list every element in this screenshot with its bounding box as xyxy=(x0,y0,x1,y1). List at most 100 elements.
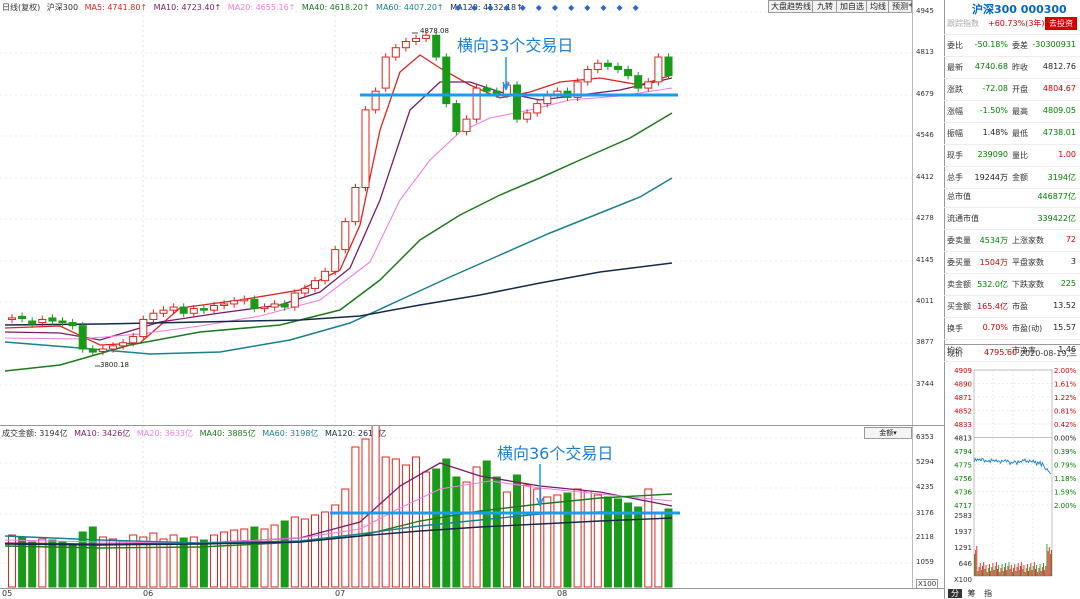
quote-value: 4809.05 xyxy=(1042,106,1076,115)
candle-up xyxy=(119,342,128,347)
candle-up xyxy=(462,118,471,133)
quote-value: 0.70% xyxy=(982,323,1008,332)
candle-up xyxy=(351,186,360,223)
quote-label: 最新 xyxy=(947,63,963,72)
candle-down xyxy=(28,320,37,325)
candle-up xyxy=(189,308,198,314)
quote-value: -50.18% xyxy=(974,40,1008,49)
intraday-chart[interactable]: 4909 2.00% 4890 1.61% 4871 1.22% 4852 0.81% 4833… xyxy=(944,366,1080,588)
quote-value: 15.57 xyxy=(1053,323,1076,332)
candle-up xyxy=(311,280,319,289)
volume-axis: 6353 5294 4235 3176 2118 1059 X100 xyxy=(912,426,945,589)
volume-bar-up xyxy=(351,446,360,588)
volume-bar-up xyxy=(240,528,249,588)
candle-up xyxy=(109,345,117,350)
candle-up xyxy=(260,306,269,310)
quote-row: 委卖量 4534万 上涨家数 72 xyxy=(944,229,1080,252)
quote-label: 金额 xyxy=(1012,173,1028,182)
candle-up xyxy=(149,312,158,320)
volume-chart[interactable] xyxy=(0,426,912,589)
price-tick-label: 4546 xyxy=(916,131,934,139)
quote-label: 涨跌 xyxy=(947,85,963,94)
candle-up xyxy=(8,317,16,320)
intraday-volume-label: X100 xyxy=(954,576,972,584)
volume-bar-up xyxy=(502,491,511,588)
quote-label: 委差 xyxy=(1012,41,1028,50)
candle-up xyxy=(240,298,249,302)
bottom-tabs: 分 筹 指 xyxy=(948,588,995,599)
candle-up xyxy=(230,300,239,305)
intraday-volume-label: 1291 xyxy=(954,544,972,552)
quote-row: 换手 0.70% 市盈(动) 15.57 xyxy=(944,317,1080,340)
candle-up xyxy=(472,87,481,120)
candle-down xyxy=(58,320,67,324)
intraday-price-line xyxy=(973,457,1051,475)
quote-label: 换手 xyxy=(947,324,963,333)
quote-label: 现手 xyxy=(947,151,963,160)
ma10-line xyxy=(4,77,673,341)
candle-down xyxy=(78,325,87,350)
intraday-pct-label: 2.00% xyxy=(1054,367,1077,375)
quote-row: 卖金额 532.0亿 下跌家数 225 xyxy=(944,273,1080,296)
candlestick-chart[interactable] xyxy=(0,0,912,435)
candle-up xyxy=(139,318,148,338)
price-tick-label: 3877 xyxy=(916,338,934,346)
volume-bar-down xyxy=(492,476,501,588)
now-label: 现价 xyxy=(947,349,963,358)
candle-down xyxy=(624,68,633,77)
candle-up xyxy=(270,303,279,308)
candle-up xyxy=(341,221,350,251)
invest-button[interactable]: 去投资 xyxy=(1045,17,1077,30)
intraday-frame xyxy=(973,369,1053,577)
quote-label: 买金额 xyxy=(947,302,971,311)
volume-bar-up xyxy=(300,518,309,588)
intraday-price-label: 4736 xyxy=(954,489,972,497)
quote-label: 最低 xyxy=(1012,129,1028,138)
volume-tick-label: 2118 xyxy=(916,533,934,541)
candle-down xyxy=(634,75,643,89)
candle-down xyxy=(452,103,461,133)
intraday-price-label: 4775 xyxy=(954,462,972,470)
quote-value: -1.50% xyxy=(979,106,1008,115)
quote-row: 买金额 165.4亿 市盈 13.52 xyxy=(944,295,1080,318)
annotation-arrow-icon xyxy=(502,57,510,91)
volume-bar-up xyxy=(159,538,168,588)
intraday-pct-label: 1.22% xyxy=(1054,394,1077,402)
volume-bar-up xyxy=(311,514,319,588)
candle-down xyxy=(513,84,521,120)
price-tick-label: 4813 xyxy=(916,48,934,56)
quote-panel: 沪深300 000300 跟踪指数 +60.73%(3年) 去投资 委比 -50.… xyxy=(944,0,1080,599)
candle-down xyxy=(664,56,673,77)
volume-bar-up xyxy=(644,488,653,588)
x-axis-line xyxy=(0,588,944,589)
candle-down xyxy=(442,56,451,105)
volume-bar-down xyxy=(179,537,188,588)
x-tick-jul: 07 xyxy=(335,589,346,598)
intraday-volume-label: 646 xyxy=(959,560,973,568)
candle-down xyxy=(603,62,612,67)
intraday-pct-label: 1.61% xyxy=(1054,381,1077,389)
volume-bar-down xyxy=(563,492,572,588)
tab-minute[interactable]: 分 xyxy=(948,589,962,598)
volume-bar-down xyxy=(88,526,97,588)
intraday-pct-label: 0.42% xyxy=(1054,421,1077,429)
quote-label: 总手 xyxy=(947,173,963,182)
volume-bar-down xyxy=(664,508,673,588)
volume-bar-up xyxy=(220,531,229,588)
candle-up xyxy=(129,336,138,344)
tab-index[interactable]: 指 xyxy=(981,589,995,598)
tab-chips[interactable]: 筹 xyxy=(965,589,979,598)
intraday-pct-label: 2.00% xyxy=(1054,502,1077,510)
volume-bar-up xyxy=(290,516,299,588)
candle-down xyxy=(179,306,188,314)
quote-row: 委比 -50.18% 委差 -30300931 xyxy=(944,34,1080,57)
volume-bar-down xyxy=(624,502,633,588)
candle-up xyxy=(381,56,390,89)
float-cap-value: 339422亿 xyxy=(1037,214,1076,223)
candle-up xyxy=(220,303,229,306)
candle-up xyxy=(523,112,532,120)
x-tick-jun: 06 xyxy=(143,589,154,598)
quote-value: 13.52 xyxy=(1053,301,1076,310)
ma120-line xyxy=(4,262,673,326)
price-tick-label: 4412 xyxy=(916,173,934,181)
